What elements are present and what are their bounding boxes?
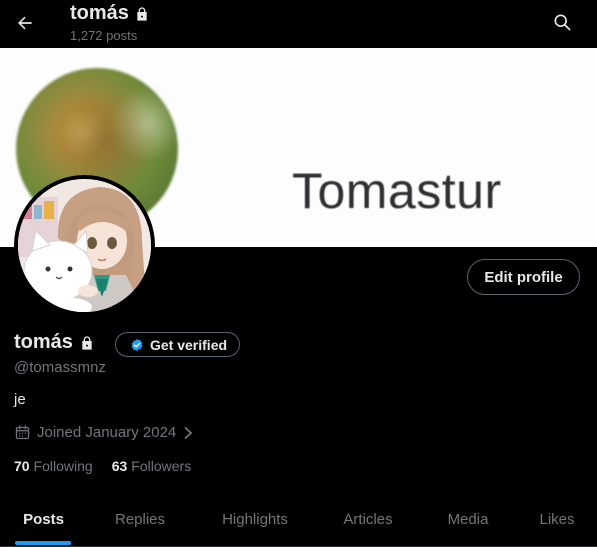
following-link[interactable]: 70 Following [14, 458, 93, 474]
verified-badge-icon [131, 338, 143, 351]
avatar[interactable] [14, 175, 155, 316]
active-tab-indicator [15, 541, 71, 545]
tab-highlights[interactable]: Highlights [193, 495, 317, 543]
following-count: 70 [14, 458, 30, 474]
edit-profile-button[interactable]: Edit profile [467, 259, 580, 295]
profile-tabs: Posts Replies Highlights Articles Media … [0, 495, 597, 547]
calendar-icon [15, 425, 30, 440]
tab-replies[interactable]: Replies [87, 495, 193, 543]
tab-articles[interactable]: Articles [317, 495, 419, 543]
back-button[interactable] [8, 6, 42, 40]
lock-icon [137, 6, 147, 21]
lock-icon [82, 335, 92, 350]
followers-label: Followers [131, 458, 192, 474]
arrow-left-icon [18, 16, 32, 30]
profile-page: tomás 1,272 posts Tomastur Edit profile … [0, 0, 597, 547]
get-verified-label: Get verified [150, 336, 228, 353]
avatar-illustration [18, 179, 151, 312]
get-verified-button[interactable]: Get verified [115, 332, 240, 357]
search-icon [554, 14, 571, 31]
bio: je [14, 391, 26, 408]
display-name-row: tomás [14, 331, 95, 354]
followers-count: 63 [111, 458, 128, 474]
tab-media[interactable]: Media [419, 495, 517, 543]
banner-text: Tomastur [292, 163, 502, 219]
avatar-image [18, 179, 151, 312]
follow-stats: 70 Following 63 Followers [14, 458, 210, 474]
followers-link[interactable]: 63 Followers [112, 458, 191, 474]
tab-likes[interactable]: Likes [517, 495, 597, 543]
user-handle: @tomassmnz [14, 359, 106, 376]
chevron-right-icon [184, 426, 193, 439]
joined-date-row[interactable]: Joined January 2024 [14, 424, 194, 441]
joined-date: Joined January 2024 [37, 424, 177, 441]
header-name: tomás [70, 2, 129, 24]
post-count: 1,272 posts [70, 28, 138, 43]
top-bar: tomás 1,272 posts [0, 0, 597, 47]
search-button[interactable] [545, 5, 579, 39]
header-title: tomás [70, 2, 150, 25]
display-name: tomás [14, 331, 73, 353]
following-label: Following [33, 458, 93, 474]
tab-posts[interactable]: Posts [0, 495, 87, 543]
